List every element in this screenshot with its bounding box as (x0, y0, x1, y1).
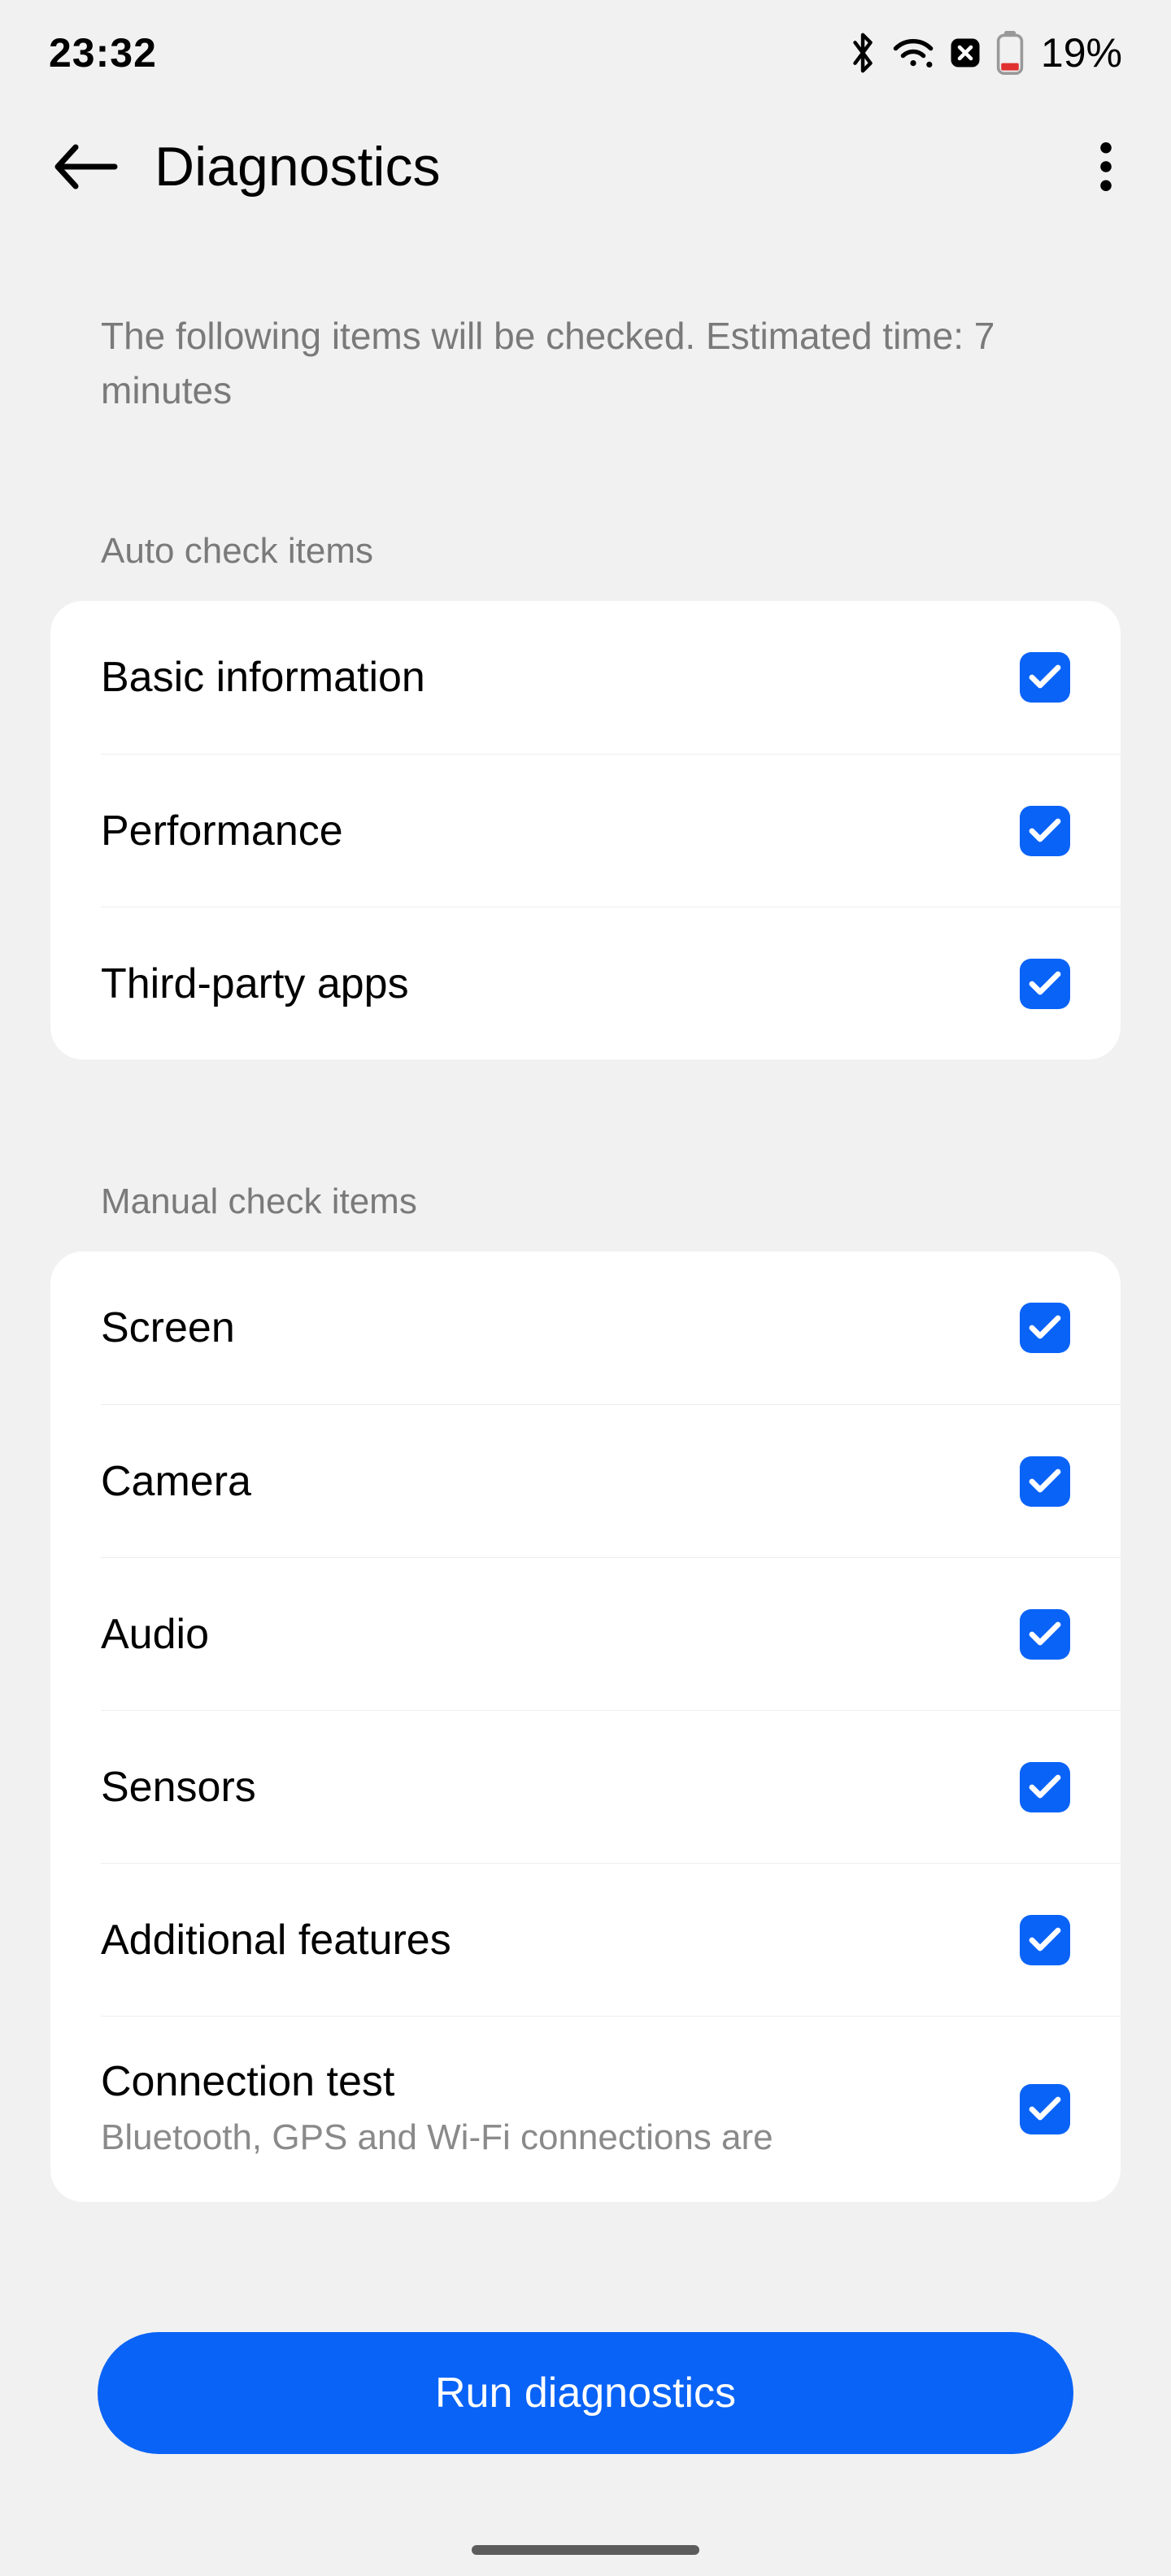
arrow-left-icon (53, 142, 118, 191)
check-icon (1029, 817, 1061, 845)
auto-check-card: Basic information Performance Third-part… (50, 601, 1121, 1060)
checkbox[interactable] (1020, 1915, 1070, 1965)
row-label: Performance (101, 807, 987, 855)
checkbox[interactable] (1020, 1609, 1070, 1660)
section-auto-header: Auto check items (50, 442, 1121, 601)
back-button[interactable] (49, 130, 122, 203)
row-label: Audio (101, 1610, 987, 1659)
page-title: Diagnostics (155, 135, 1073, 198)
status-bar: 23:32 19% (0, 0, 1171, 106)
checkbox[interactable] (1020, 2084, 1070, 2134)
row-additional-features[interactable]: Additional features (101, 1863, 1121, 2016)
row-connection-test[interactable]: Connection test Bluetooth, GPS and Wi-Fi… (101, 2016, 1121, 2201)
row-label: Sensors (101, 1763, 987, 1812)
data-off-icon (948, 36, 982, 70)
content[interactable]: The following items will be checked. Est… (0, 268, 1171, 2576)
row-third-party-apps[interactable]: Third-party apps (101, 907, 1121, 1060)
section-manual-header: Manual check items (50, 1060, 1121, 1251)
run-diagnostics-button[interactable]: Run diagnostics (98, 2332, 1073, 2454)
check-icon (1029, 1926, 1061, 1954)
checkbox[interactable] (1020, 959, 1070, 1009)
status-icons: 19% (847, 29, 1122, 76)
checkbox[interactable] (1020, 1762, 1070, 1812)
row-label: Additional features (101, 1916, 987, 1965)
checkbox[interactable] (1020, 1456, 1070, 1507)
row-label: Camera (101, 1457, 987, 1506)
row-label: Connection test (101, 2057, 987, 2106)
status-time: 23:32 (49, 29, 157, 76)
row-screen[interactable]: Screen (50, 1251, 1121, 1404)
check-icon (1029, 970, 1061, 998)
app-bar: Diagnostics (0, 106, 1171, 268)
manual-check-card: Screen Camera Audio Sensors Additional f… (50, 1251, 1121, 2201)
bottom-bar: Run diagnostics (0, 2306, 1171, 2576)
nav-handle[interactable] (472, 2545, 699, 2555)
checkbox[interactable] (1020, 1303, 1070, 1353)
row-label: Basic information (101, 653, 987, 702)
battery-pct: 19% (1041, 29, 1122, 76)
checkbox[interactable] (1020, 652, 1070, 703)
battery-icon (995, 31, 1025, 75)
row-sensors[interactable]: Sensors (101, 1710, 1121, 1863)
row-sub: Bluetooth, GPS and Wi-Fi connections are (101, 2114, 987, 2160)
subtitle: The following items will be checked. Est… (50, 268, 1121, 442)
check-icon (1029, 2095, 1061, 2123)
row-basic-information[interactable]: Basic information (50, 601, 1121, 754)
run-button-label: Run diagnostics (435, 2369, 736, 2417)
check-icon (1029, 1468, 1061, 1495)
check-icon (1029, 1314, 1061, 1342)
more-button[interactable] (1073, 134, 1138, 199)
check-icon (1029, 1773, 1061, 1801)
more-vert-icon (1099, 141, 1112, 192)
check-icon (1029, 664, 1061, 691)
row-audio[interactable]: Audio (101, 1557, 1121, 1710)
checkbox[interactable] (1020, 806, 1070, 856)
row-label: Third-party apps (101, 959, 987, 1008)
check-icon (1029, 1621, 1061, 1648)
row-label: Screen (101, 1303, 987, 1352)
bluetooth-icon (847, 32, 878, 74)
wifi-icon (891, 35, 935, 71)
row-camera[interactable]: Camera (101, 1404, 1121, 1557)
row-performance[interactable]: Performance (101, 754, 1121, 907)
